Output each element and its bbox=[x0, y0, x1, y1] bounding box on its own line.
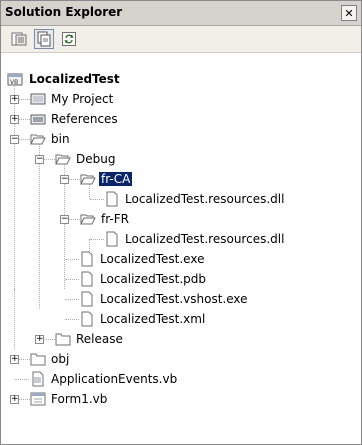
tree-item-my-project[interactable]: My Project bbox=[1, 89, 361, 109]
tree-item-label: My Project bbox=[51, 92, 114, 106]
tree-item-fr-ca-folder[interactable]: fr-CA bbox=[1, 169, 361, 189]
file-icon bbox=[81, 271, 93, 287]
tree-item-obj-folder[interactable]: obj bbox=[1, 349, 361, 369]
tree-item-label: Debug bbox=[76, 152, 116, 166]
tree-item-label: LocalizedTest.vshost.exe bbox=[100, 292, 248, 306]
tree-item-label: fr-FR bbox=[101, 212, 129, 226]
tree-item-label: Release bbox=[76, 332, 123, 346]
tree-item-label: LocalizedTest.resources.dll bbox=[125, 192, 285, 206]
properties-button[interactable] bbox=[9, 29, 29, 49]
tree-item-file[interactable]: ApplicationEvents.vb bbox=[1, 369, 361, 389]
tree-item-label: LocalizedTest.exe bbox=[100, 252, 205, 266]
window-title: Solution Explorer bbox=[5, 5, 123, 19]
references-icon bbox=[30, 114, 46, 125]
tree-item-file[interactable]: LocalizedTest.resources.dll bbox=[1, 189, 361, 209]
tree-item-label: obj bbox=[51, 352, 70, 366]
open-folder-icon bbox=[55, 154, 71, 165]
tree-item-bin-folder[interactable]: bin bbox=[1, 129, 361, 149]
tree-item-fr-fr-folder[interactable]: fr-FR bbox=[1, 209, 361, 229]
tree-item-release-folder[interactable]: Release bbox=[1, 329, 361, 349]
tree-item-references[interactable]: References bbox=[1, 109, 361, 129]
tree-item-label: bin bbox=[51, 132, 70, 146]
tree-item-debug-folder[interactable]: Debug bbox=[1, 149, 361, 169]
file-icon bbox=[106, 191, 118, 207]
tree-item-label: References bbox=[51, 112, 118, 126]
show-all-files-icon bbox=[37, 31, 51, 47]
project-name: LocalizedTest bbox=[29, 72, 120, 86]
tree-item-form[interactable]: Form1.vb bbox=[1, 389, 361, 409]
tree-item-label: ApplicationEvents.vb bbox=[51, 372, 178, 386]
tree-item-file[interactable]: LocalizedTest.exe bbox=[1, 249, 361, 269]
folder-icon bbox=[30, 353, 46, 366]
form-icon bbox=[30, 392, 46, 406]
folder-icon bbox=[55, 333, 71, 346]
show-all-files-button[interactable] bbox=[34, 29, 54, 49]
close-icon: ✕ bbox=[344, 6, 354, 20]
properties-icon bbox=[11, 32, 27, 46]
file-icon bbox=[81, 311, 93, 327]
toolbar bbox=[1, 26, 361, 53]
title-bar: Solution Explorer ✕ bbox=[1, 1, 361, 26]
tree-item-label: Form1.vb bbox=[51, 392, 108, 406]
tree-item-file[interactable]: LocalizedTest.xml bbox=[1, 309, 361, 329]
svg-text:VB: VB bbox=[10, 79, 18, 86]
open-folder-icon bbox=[80, 174, 96, 185]
tree-item-file[interactable]: LocalizedTest.resources.dll bbox=[1, 229, 361, 249]
tree-item-project[interactable]: VB LocalizedTest bbox=[1, 69, 361, 89]
tree-item-label: LocalizedTest.resources.dll bbox=[125, 232, 285, 246]
tree-item-label: LocalizedTest.pdb bbox=[100, 272, 207, 286]
refresh-button[interactable] bbox=[59, 29, 79, 49]
solution-explorer-window: Solution Explorer ✕ VB LocalizedTest + M… bbox=[0, 0, 362, 445]
vb-project-icon: VB bbox=[7, 73, 23, 86]
tree-item-file[interactable]: LocalizedTest.pdb bbox=[1, 269, 361, 289]
open-folder-icon bbox=[30, 134, 46, 145]
close-button[interactable]: ✕ bbox=[341, 5, 357, 21]
tree-item-file[interactable]: LocalizedTest.vshost.exe bbox=[1, 289, 361, 309]
file-icon bbox=[106, 231, 118, 247]
vb-file-icon bbox=[32, 371, 44, 387]
my-project-icon bbox=[30, 93, 46, 105]
tree-item-label: LocalizedTest.xml bbox=[100, 312, 206, 326]
tree-item-label: fr-CA bbox=[99, 172, 133, 186]
refresh-icon bbox=[62, 32, 76, 46]
file-icon bbox=[81, 291, 93, 307]
file-icon bbox=[81, 251, 93, 267]
open-folder-icon bbox=[80, 214, 96, 225]
